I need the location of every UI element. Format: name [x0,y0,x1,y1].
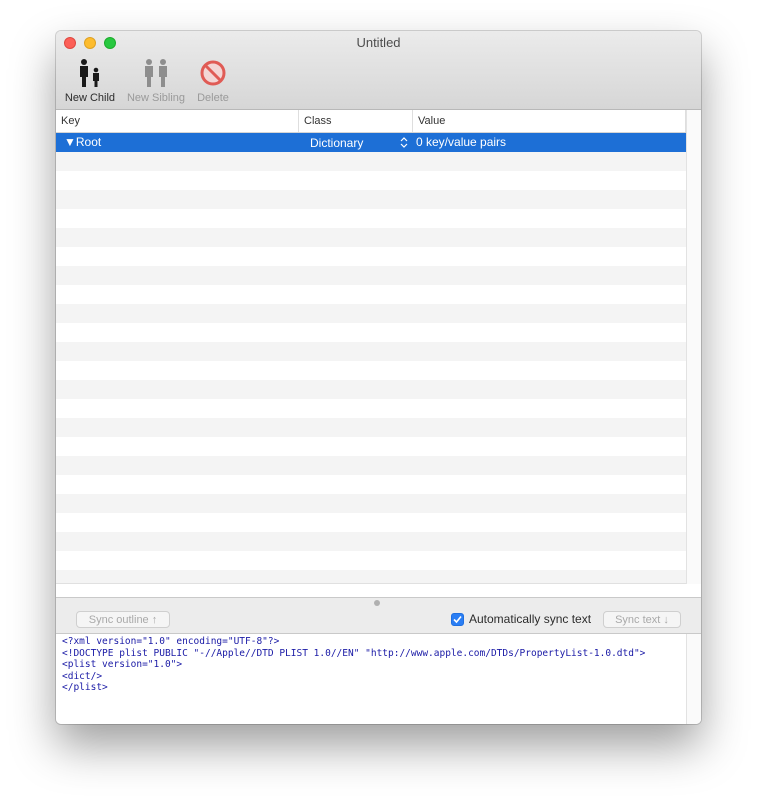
titlebar: Untitled New Child New Sibling Delete [56,31,701,110]
column-header-class[interactable]: Class [299,110,413,132]
new-sibling-button[interactable]: New Sibling [124,57,188,104]
xml-text-view[interactable]: <?xml version="1.0" encoding="UTF-8"?> <… [56,633,701,724]
column-header-key[interactable]: Key [56,110,299,132]
xml-source-text[interactable]: <?xml version="1.0" encoding="UTF-8"?> <… [62,636,645,694]
new-child-label: New Child [64,92,116,104]
no-entry-icon [193,57,233,89]
root-class-popup[interactable]: Dictionary [310,133,363,153]
table-vertical-scrollbar[interactable] [686,110,701,584]
table-row-root[interactable]: ▼Root Dictionary 0 key/value pairs [56,133,686,152]
checkmark-icon [453,615,462,624]
sync-outline-button[interactable]: Sync outline ↑ [76,611,170,628]
sync-text-button[interactable]: Sync text ↓ [603,611,681,628]
plist-outline-table[interactable]: Key Class Value ▼Root Dictionary 0 key/v… [56,110,701,597]
plist-editor-window: Untitled New Child New Sibling Delete Ke… [56,31,701,724]
table-rows: ▼Root Dictionary 0 key/value pairs [56,133,686,583]
up-down-stepper-icon[interactable] [400,137,408,148]
delete-button[interactable]: Delete [193,57,233,104]
table-header: Key Class Value [56,110,686,133]
root-key-cell[interactable]: ▼Root [64,133,101,152]
column-header-value[interactable]: Value [413,110,686,132]
new-sibling-label: New Sibling [126,92,186,104]
root-value-cell[interactable]: 0 key/value pairs [416,133,506,152]
text-vertical-scrollbar[interactable] [686,634,701,724]
divider-grip-dot[interactable] [374,600,380,606]
new-child-button[interactable]: New Child [62,57,118,104]
delete-label: Delete [197,92,229,104]
sync-bar: Sync outline ↑ Automatically sync text S… [56,609,701,633]
parent-child-figures-icon [62,57,118,89]
auto-sync-checkbox[interactable] [451,613,464,626]
auto-sync-label: Automatically sync text [469,612,592,626]
sibling-figures-icon [124,57,188,89]
table-bottom-divider [56,583,686,584]
window-title: Untitled [356,35,401,50]
